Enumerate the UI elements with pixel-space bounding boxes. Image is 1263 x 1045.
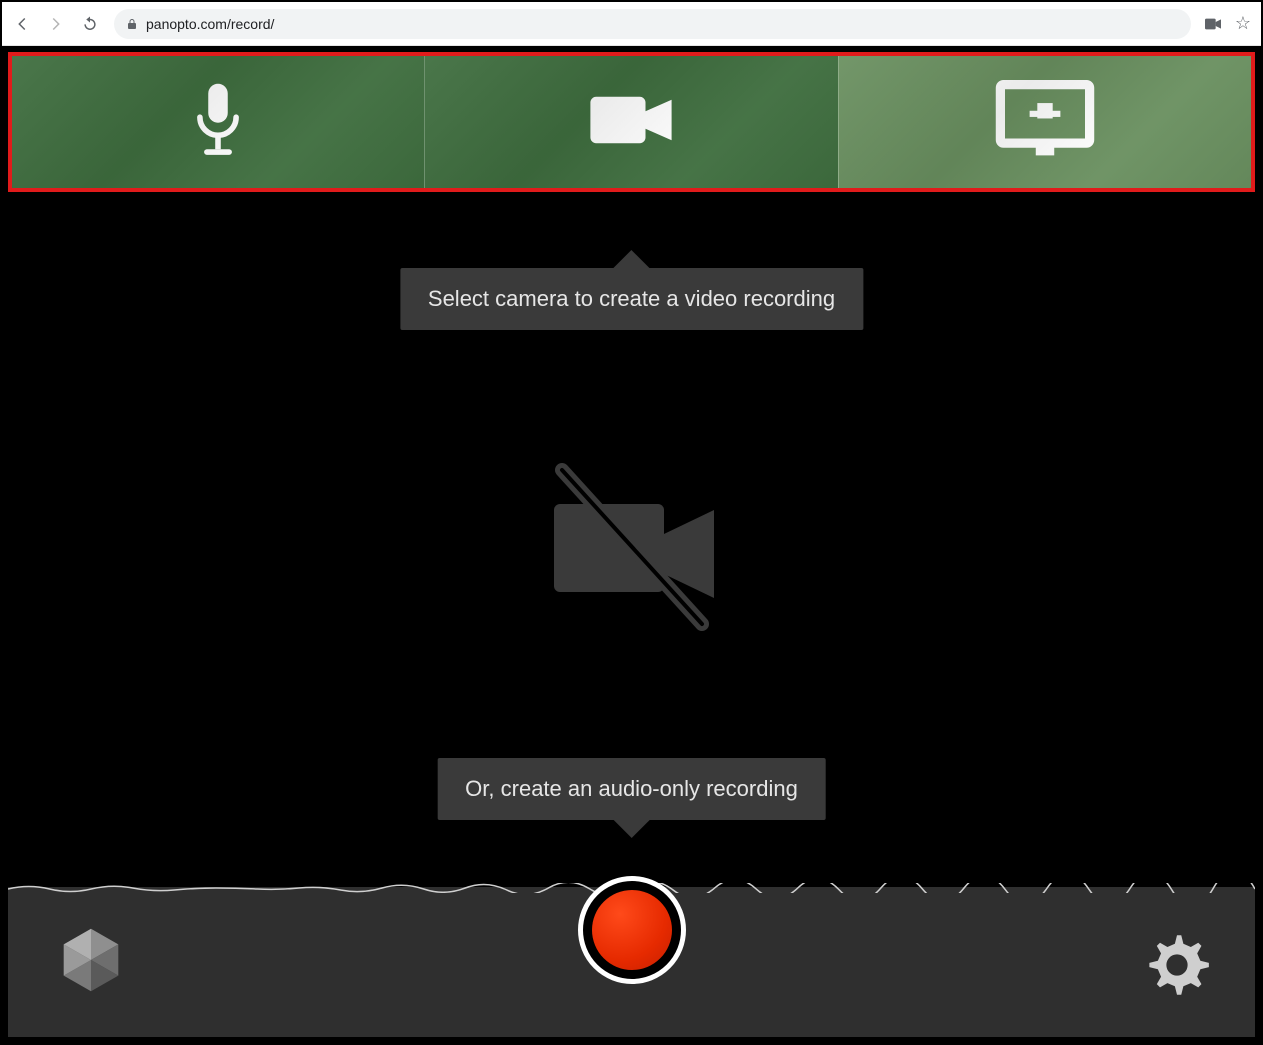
source-toolbar — [8, 52, 1255, 192]
camera-icon — [587, 91, 675, 154]
record-button[interactable] — [578, 876, 686, 984]
screen-share-icon — [995, 80, 1095, 165]
panopto-logo-icon — [52, 921, 130, 999]
reload-button[interactable] — [80, 14, 100, 34]
preview-stage: Select camera to create a video recordin… — [8, 196, 1255, 1037]
lock-icon — [126, 18, 138, 30]
settings-button[interactable] — [1143, 931, 1211, 999]
tooltip-text: Select camera to create a video recordin… — [428, 286, 835, 311]
forward-button[interactable] — [46, 14, 66, 34]
audio-hint-tooltip: Or, create an audio-only recording — [437, 758, 826, 820]
url-text: panopto.com/record/ — [146, 16, 274, 32]
toolbar-microphone-button[interactable] — [12, 56, 424, 188]
toolbar-camera-button[interactable] — [424, 56, 837, 188]
back-button[interactable] — [12, 14, 32, 34]
tooltip-text: Or, create an audio-only recording — [465, 776, 798, 801]
camera-off-icon — [532, 456, 732, 636]
bookmark-star-icon[interactable]: ☆ — [1235, 13, 1251, 34]
browser-chrome: panopto.com/record/ ☆ — [2, 2, 1261, 46]
record-icon — [592, 890, 672, 970]
address-bar[interactable]: panopto.com/record/ — [114, 9, 1191, 39]
microphone-icon — [189, 81, 247, 164]
camera-hint-tooltip: Select camera to create a video recordin… — [400, 268, 863, 330]
toolbar-screen-button[interactable] — [838, 56, 1251, 188]
recorder-app: Select camera to create a video recordin… — [2, 46, 1261, 1043]
camera-extension-icon[interactable] — [1205, 17, 1221, 31]
